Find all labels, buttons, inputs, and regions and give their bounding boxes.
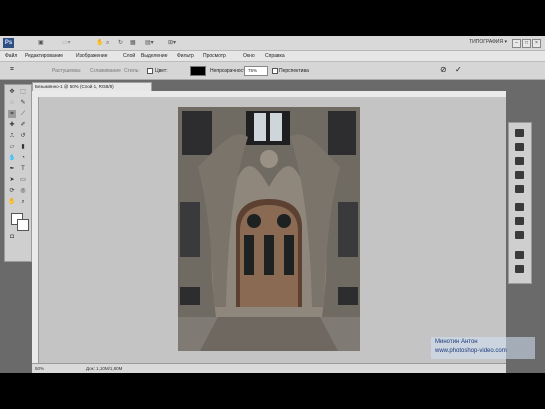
zoom-field-icon[interactable]: ▭▾ — [62, 39, 71, 47]
menu-bar: Файл Редактирование Изображение Слой Выд… — [0, 51, 545, 62]
menu-window[interactable]: Окно — [243, 53, 255, 59]
history-panel-icon[interactable] — [515, 251, 524, 259]
application-bar: Ps ▣ ▭▾ ✋ ⌕ ↻ ▦ ▤▾ ⊞▾ ТИПОГРАФИЯ ▾ – □ × — [0, 36, 545, 51]
document-title: Безымянно-1 @ 50% (Слой 1, RGB/8) — [35, 84, 114, 89]
hand-tool-icon[interactable]: ✋ — [8, 198, 16, 206]
close-button[interactable]: × — [532, 39, 541, 48]
crop-tool-icon[interactable]: ⌗ — [8, 110, 16, 118]
history-brush-icon[interactable]: ↺ — [19, 132, 27, 140]
zoom-tool-icon[interactable]: ⌕ — [106, 39, 109, 47]
shape-tool-icon[interactable]: ▭ — [19, 176, 27, 184]
menu-select[interactable]: Выделение — [141, 53, 168, 59]
swatches-panel-icon[interactable] — [515, 143, 524, 151]
3d-rotate-icon[interactable]: ⟳ — [8, 187, 16, 195]
vertical-ruler — [32, 97, 39, 368]
eyedropper-tool-icon[interactable]: ⟋ — [19, 110, 27, 118]
cancel-icon[interactable]: ⊘ — [440, 65, 447, 74]
actions-panel-icon[interactable] — [515, 265, 524, 273]
maximize-button[interactable]: □ — [522, 39, 531, 48]
document-tab[interactable]: Безымянно-1 @ 50% (Слой 1, RGB/8) — [32, 82, 152, 91]
quick-select-tool-icon[interactable]: ✎ — [19, 99, 27, 107]
menu-file[interactable]: Файл — [5, 53, 17, 59]
extras-icon[interactable]: ⊞▾ — [168, 39, 176, 47]
channels-panel-icon[interactable] — [515, 217, 524, 225]
layers-panel-icon[interactable] — [515, 203, 524, 211]
screen-mode-icon[interactable]: ▤▾ — [145, 39, 154, 47]
watermark-author: Минотин Антон — [435, 339, 478, 345]
antialias-label: Сглаживание — [90, 68, 121, 74]
lasso-tool-icon[interactable]: ◌ — [8, 99, 16, 107]
menu-layer[interactable]: Слой — [123, 53, 135, 59]
color-panel-icon[interactable] — [515, 129, 524, 137]
color-label: Цвет: — [155, 68, 168, 74]
masks-panel-icon[interactable] — [515, 185, 524, 193]
options-bar: ⌗ Растушевка: Сглаживание Стиль: Цвет: Н… — [0, 62, 545, 80]
marquee-tool-icon[interactable]: ⬚ — [19, 88, 27, 96]
3d-orbit-icon[interactable]: ◎ — [19, 187, 27, 195]
adjustments-panel-icon[interactable] — [515, 171, 524, 179]
menu-help[interactable]: Справка — [265, 53, 285, 59]
rotate-view-icon[interactable]: ↻ — [118, 39, 123, 47]
menu-view[interactable]: Просмотр — [203, 53, 226, 59]
shield-color-swatch[interactable] — [190, 66, 206, 76]
brush-tool-icon[interactable]: ✐ — [19, 121, 27, 129]
watermark: Минотин Антон www.photoshop-video.com — [431, 337, 535, 359]
move-tool-icon[interactable]: ✥ — [8, 88, 16, 96]
gradient-tool-icon[interactable]: ▮ — [19, 143, 27, 151]
minimize-button[interactable]: – — [512, 39, 521, 48]
background-color-swatch[interactable] — [17, 219, 29, 231]
arrange-documents-icon[interactable]: ▦ — [130, 39, 136, 47]
zoom-level[interactable]: 50% — [35, 366, 44, 371]
pen-tool-icon[interactable]: ✒ — [8, 165, 16, 173]
path-select-icon[interactable]: ➤ — [8, 176, 16, 184]
tools-panel: ✥ ⬚ ◌ ✎ ⌗ ⟋ ✚ ✐ ⎍ ↺ ▱ ▮ 💧 ◔ ✒ T ➤ ▭ ⟳ ◎ … — [4, 84, 32, 262]
feather-label: Растушевка: — [52, 68, 82, 74]
menu-filter[interactable]: Фильтр — [177, 53, 194, 59]
hand-tool-icon[interactable]: ✋ — [96, 39, 103, 47]
workspace-switcher[interactable]: ТИПОГРАФИЯ ▾ — [469, 39, 507, 45]
watermark-url: www.photoshop-video.com — [435, 348, 507, 354]
opacity-field[interactable]: 75% — [244, 66, 268, 76]
quick-mask-icon[interactable]: ◘ — [8, 233, 16, 241]
opacity-value: 75% — [248, 68, 258, 73]
blur-tool-icon[interactable]: 💧 — [8, 154, 16, 162]
photoshop-logo: Ps — [3, 38, 14, 48]
zoom-tool-icon[interactable]: ⌕ — [19, 198, 27, 206]
eraser-tool-icon[interactable]: ▱ — [8, 143, 16, 151]
document-info[interactable]: Док: 1,10M/1,80M — [86, 366, 122, 371]
tool-preset-icon[interactable]: ⌗ — [10, 66, 14, 74]
launch-bridge-icon[interactable]: ▣ — [38, 39, 44, 47]
perspective-checkbox[interactable] — [272, 68, 278, 74]
dodge-tool-icon[interactable]: ◔ — [19, 154, 27, 162]
status-bar: 50% Док: 1,10M/1,80M — [32, 363, 506, 373]
type-tool-icon[interactable]: T — [19, 165, 27, 173]
style-label: Стиль: — [124, 68, 140, 74]
perspective-label: Перспектива — [279, 68, 309, 74]
building-facade-photo — [178, 107, 360, 351]
menu-image[interactable]: Изображение — [76, 53, 108, 59]
shield-checkbox[interactable] — [147, 68, 153, 74]
healing-brush-icon[interactable]: ✚ — [8, 121, 16, 129]
clone-stamp-icon[interactable]: ⎍ — [8, 132, 16, 140]
right-panel-dock — [508, 122, 532, 284]
paths-panel-icon[interactable] — [515, 231, 524, 239]
check-icon[interactable]: ✓ — [455, 65, 462, 74]
styles-panel-icon[interactable] — [515, 157, 524, 165]
menu-edit[interactable]: Редактирование — [25, 53, 63, 59]
